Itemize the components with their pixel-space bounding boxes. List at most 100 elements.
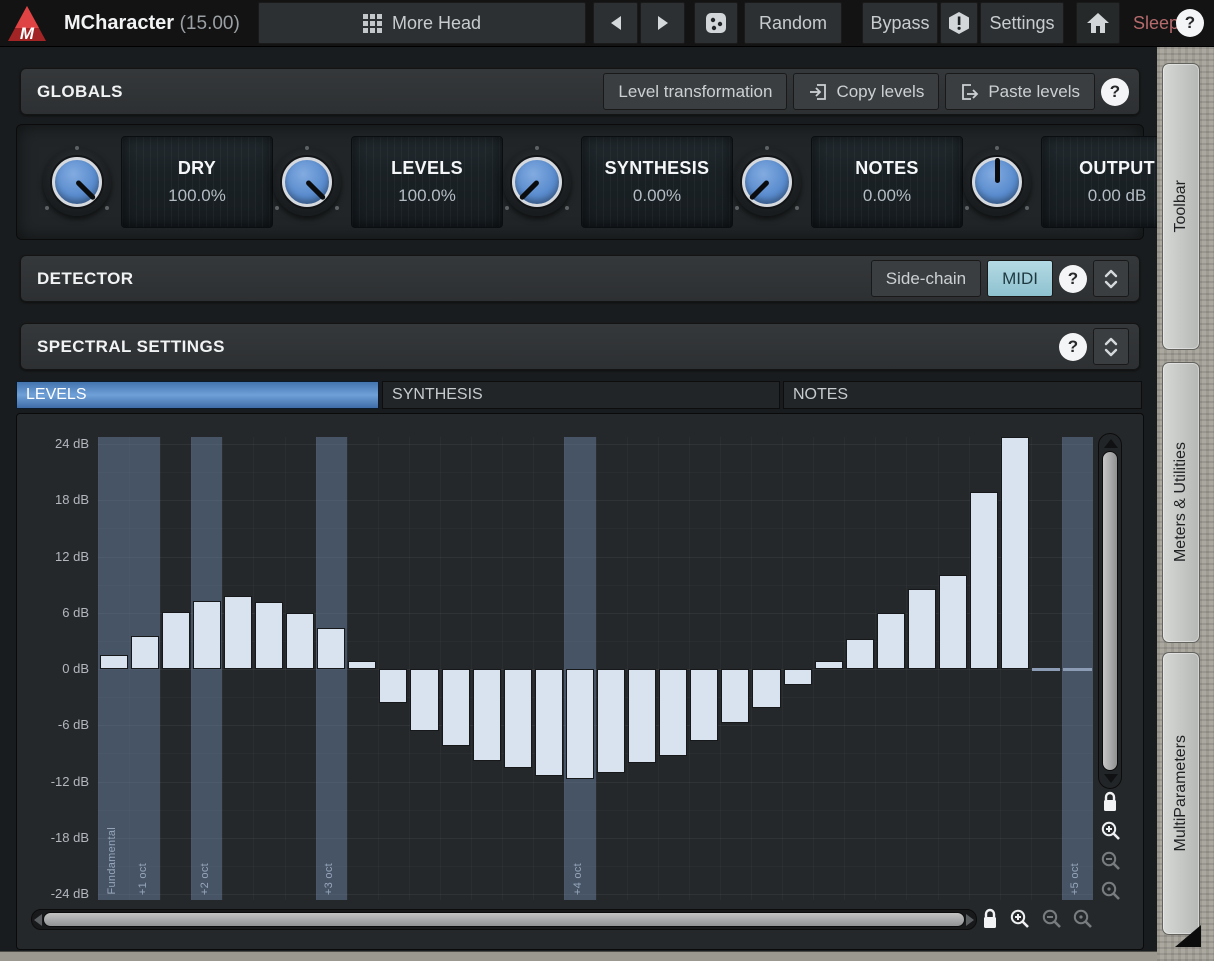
tab-synthesis[interactable]: SYNTHESIS	[382, 381, 780, 409]
rail-tab-toolbar[interactable]: Toolbar	[1162, 63, 1200, 350]
lock-icon[interactable]	[981, 908, 999, 930]
home-button[interactable]	[1076, 2, 1120, 44]
output-knob[interactable]	[963, 148, 1031, 216]
app-title: MCharacter (15.00)	[64, 0, 240, 47]
next-preset-button[interactable]	[640, 2, 685, 44]
harmonic-bar-16[interactable]	[566, 669, 594, 779]
tab-levels[interactable]: LEVELS	[16, 381, 379, 409]
harmonic-levels-plot[interactable]: Fundamental+1 oct+2 oct+3 oct+4 oct+5 oc…	[98, 437, 1093, 900]
bypass-button[interactable]: Bypass	[862, 2, 938, 44]
harmonic-bar-13[interactable]	[473, 669, 501, 761]
randomize-dice-button[interactable]	[694, 2, 738, 44]
levels-display[interactable]: LEVELS 100.0%	[351, 136, 503, 228]
synthesis-label: SYNTHESIS	[605, 158, 710, 179]
levels-knob-group: LEVELS 100.0%	[273, 136, 503, 228]
lock-icon[interactable]	[1101, 791, 1119, 813]
zoom-in-icon[interactable]	[1100, 820, 1122, 842]
harmonic-bar-23[interactable]	[784, 669, 812, 685]
copy-into-icon	[808, 82, 828, 102]
harmonic-bar-8[interactable]	[317, 628, 345, 669]
harmonic-bar-29[interactable]	[970, 492, 998, 669]
harmonic-bar-22[interactable]	[752, 669, 780, 708]
globals-section-header[interactable]: GLOBALS Level transformation Copy levels	[20, 68, 1140, 115]
levels-value: 100.0%	[398, 186, 456, 206]
notes-knob[interactable]	[733, 148, 801, 216]
harmonic-bar-24[interactable]	[815, 661, 843, 669]
harmonic-bar-32[interactable]	[1063, 668, 1091, 671]
octave-label-+2-oct: +2 oct	[199, 863, 211, 895]
levels-knob[interactable]	[273, 148, 341, 216]
tab-notes[interactable]: NOTES	[783, 381, 1142, 409]
paste-levels-button[interactable]: Paste levels	[945, 73, 1095, 110]
resize-handle[interactable]	[1175, 925, 1201, 947]
horizontal-scrollbar[interactable]	[31, 909, 977, 930]
arrow-left-icon	[610, 15, 622, 31]
zoom-to-fit-icon[interactable]	[1072, 908, 1094, 930]
harmonic-bar-5[interactable]	[224, 596, 252, 669]
harmonic-bar-7[interactable]	[286, 613, 314, 669]
harmonic-bar-15[interactable]	[535, 669, 563, 776]
collapse-toggle-button[interactable]	[1093, 328, 1129, 365]
harmonic-bar-26[interactable]	[877, 613, 905, 669]
harmonic-bar-21[interactable]	[721, 669, 749, 723]
help-icon[interactable]: ?	[1176, 9, 1204, 37]
harmonic-bar-17[interactable]	[597, 669, 625, 773]
harmonic-bar-6[interactable]	[255, 602, 283, 669]
settings-button[interactable]: Settings	[980, 2, 1064, 44]
zoom-out-icon[interactable]	[1041, 908, 1063, 930]
random-button[interactable]: Random	[744, 2, 842, 44]
vertical-scroll-thumb[interactable]	[1102, 451, 1118, 771]
midi-button[interactable]: MIDI	[987, 260, 1053, 297]
detector-section-header[interactable]: DETECTOR Side-chain MIDI ?	[20, 255, 1140, 302]
synthesis-display[interactable]: SYNTHESIS 0.00%	[581, 136, 733, 228]
rail-tab-multiparameters[interactable]: MultiParameters	[1162, 652, 1200, 935]
bypass-label: Bypass	[870, 13, 929, 34]
harmonic-bar-28[interactable]	[939, 575, 967, 669]
scroll-left-icon[interactable]	[34, 914, 42, 926]
level-transformation-button[interactable]: Level transformation	[603, 73, 787, 110]
harmonic-bar-19[interactable]	[659, 669, 687, 756]
previous-preset-button[interactable]	[593, 2, 638, 44]
dry-display[interactable]: DRY 100.0%	[121, 136, 273, 228]
harmonic-bar-9[interactable]	[348, 661, 376, 669]
scroll-right-icon[interactable]	[966, 914, 974, 926]
melda-logo-icon[interactable]: M	[6, 4, 48, 44]
levels-chart-panel: 24 dB18 dB12 dB6 dB0 dB-6 dB-12 dB-18 dB…	[16, 413, 1144, 950]
harmonic-bar-14[interactable]	[504, 669, 532, 768]
harmonic-bar-2[interactable]	[131, 636, 159, 669]
zoom-out-icon[interactable]	[1100, 850, 1122, 872]
zoom-to-fit-icon[interactable]	[1100, 880, 1122, 902]
help-icon[interactable]: ?	[1101, 78, 1129, 106]
scroll-up-icon[interactable]	[1104, 439, 1118, 448]
horizontal-scroll-thumb[interactable]	[43, 912, 965, 927]
zoom-in-icon[interactable]	[1009, 908, 1031, 930]
harmonic-bar-31[interactable]	[1032, 668, 1060, 671]
help-icon[interactable]: ?	[1059, 265, 1087, 293]
spectral-settings-title: SPECTRAL SETTINGS	[37, 337, 225, 357]
harmonic-bar-27[interactable]	[908, 589, 936, 669]
scroll-down-icon[interactable]	[1104, 774, 1118, 783]
spectral-settings-section-header[interactable]: SPECTRAL SETTINGS ?	[20, 323, 1140, 370]
harmonic-bar-30[interactable]	[1001, 437, 1029, 669]
harmonic-bar-10[interactable]	[379, 669, 407, 703]
more-head-button[interactable]: More Head	[258, 2, 586, 44]
harmonic-bar-3[interactable]	[162, 612, 190, 669]
help-icon[interactable]: ?	[1059, 333, 1087, 361]
dry-knob[interactable]	[43, 148, 111, 216]
harmonic-bar-25[interactable]	[846, 639, 874, 669]
harmonic-bar-4[interactable]	[193, 601, 221, 669]
harmonic-bar-11[interactable]	[410, 669, 438, 731]
notes-display[interactable]: NOTES 0.00%	[811, 136, 963, 228]
vertical-scrollbar[interactable]	[1098, 433, 1122, 789]
synthesis-knob[interactable]	[503, 148, 571, 216]
side-chain-button[interactable]: Side-chain	[871, 260, 981, 297]
limiter-warning-button[interactable]	[940, 2, 978, 44]
harmonic-bar-20[interactable]	[690, 669, 718, 741]
notes-knob-group: NOTES 0.00%	[733, 136, 963, 228]
harmonic-bar-12[interactable]	[442, 669, 470, 746]
collapse-toggle-button[interactable]	[1093, 260, 1129, 297]
harmonic-bar-1[interactable]	[100, 655, 128, 669]
copy-levels-button[interactable]: Copy levels	[793, 73, 939, 110]
rail-tab-meters-utilities[interactable]: Meters & Utilities	[1162, 362, 1200, 643]
harmonic-bar-18[interactable]	[628, 669, 656, 763]
